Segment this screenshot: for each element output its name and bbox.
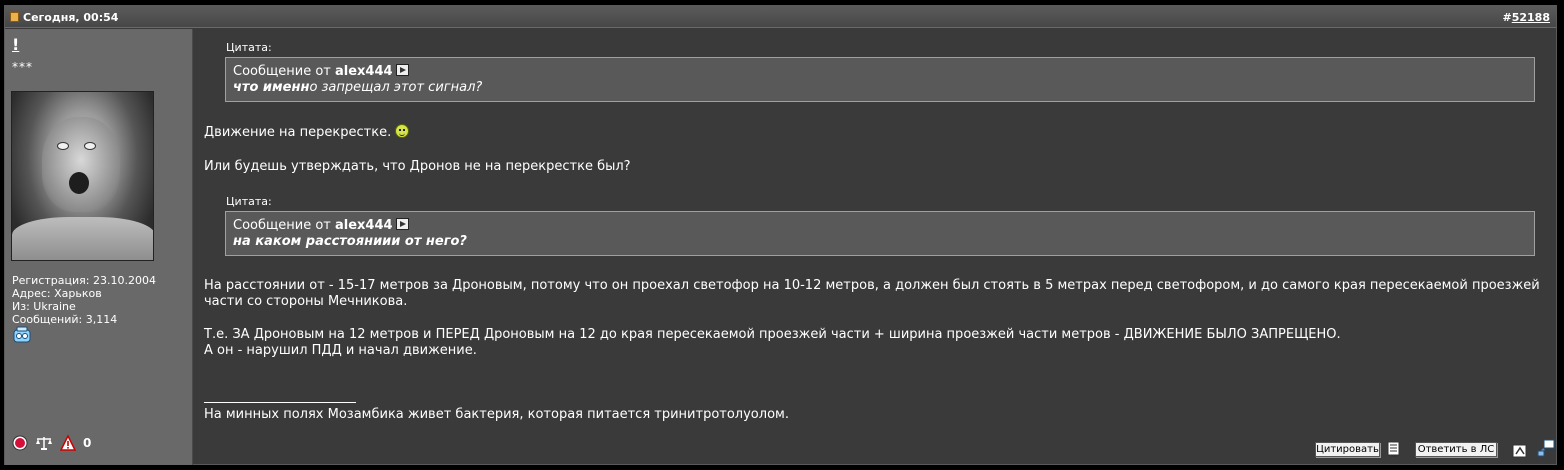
user-from: Из: Ukraine: [12, 300, 76, 313]
quote-label: Цитата:: [226, 195, 272, 208]
quick-reply-icon[interactable]: [1511, 442, 1529, 460]
post-paragraph: Движение на перекрестке.: [204, 124, 410, 141]
post-paragraph: Или будешь утверждать, что Дронов не на …: [204, 159, 631, 174]
quote-label: Цитата:: [226, 41, 272, 54]
signature-divider: [204, 402, 356, 403]
post-number: #52188: [1502, 11, 1551, 24]
post-status-icon: [10, 12, 19, 22]
quote-box: Сообщение от alex444 что именно запрещал…: [225, 57, 1535, 102]
signature: На минных полях Мозамбика живет бактерия…: [204, 407, 789, 422]
quote-text-bold: что именн: [233, 80, 310, 95]
quote-text-rest: о запрещал этот сигнал?: [309, 80, 483, 95]
username-link[interactable]: !: [12, 35, 19, 54]
post-permalink[interactable]: 52188: [1512, 11, 1550, 24]
post-paragraph: На расстоянии от - 15-17 метров за Дроно…: [204, 278, 1540, 309]
report-icon[interactable]: [11, 434, 29, 452]
quote-from-prefix: Сообщение от: [233, 64, 331, 79]
user-actions: 0: [11, 434, 91, 452]
smile-icon: [395, 124, 410, 138]
post-count: Сообщений: 3,114: [12, 313, 118, 326]
avatar[interactable]: [11, 91, 154, 261]
quote-text-bold: на каком расстояниии от него?: [233, 234, 467, 249]
reputation-scales-icon[interactable]: [35, 434, 53, 452]
multiquote-icon[interactable]: [1385, 440, 1403, 458]
post-content: Цитата: Сообщение от alex444 что именно …: [200, 29, 1555, 465]
user-title: ***: [12, 60, 33, 74]
post-header: Сегодня, 00:54 #52188: [5, 6, 1556, 28]
quote-author: alex444: [335, 218, 393, 233]
view-post-icon[interactable]: [395, 64, 409, 76]
user-info-column: ! *** Регистрация: 23.10.2004 Адрес: Хар…: [5, 29, 193, 465]
reply-pm-button[interactable]: Ответить в ЛС: [1415, 442, 1497, 457]
forum-post: Сегодня, 00:54 #52188 ! *** Регистрация:…: [4, 5, 1557, 465]
quote-button[interactable]: Цитировать: [1315, 442, 1380, 457]
quote-from-prefix: Сообщение от: [233, 218, 331, 233]
reputation-count: 0: [83, 436, 92, 450]
warning-icon[interactable]: [59, 434, 77, 452]
post-date: Сегодня, 00:54: [23, 11, 119, 24]
user-address: Адрес: Харьков: [12, 287, 102, 300]
view-post-icon[interactable]: [395, 218, 409, 230]
quote-box: Сообщение от alex444 на каком расстоянии…: [225, 211, 1535, 256]
post-paragraph: Т.е. ЗА Дроновым на 12 метров и ПЕРЕД Др…: [204, 327, 1341, 358]
registration-date: Регистрация: 23.10.2004: [12, 274, 156, 287]
quote-author: alex444: [335, 64, 393, 79]
user-details: Регистрация: 23.10.2004 Адрес: Харьков И…: [12, 274, 156, 326]
online-status-icon: [13, 326, 31, 343]
new-reply-icon[interactable]: [1537, 439, 1555, 457]
